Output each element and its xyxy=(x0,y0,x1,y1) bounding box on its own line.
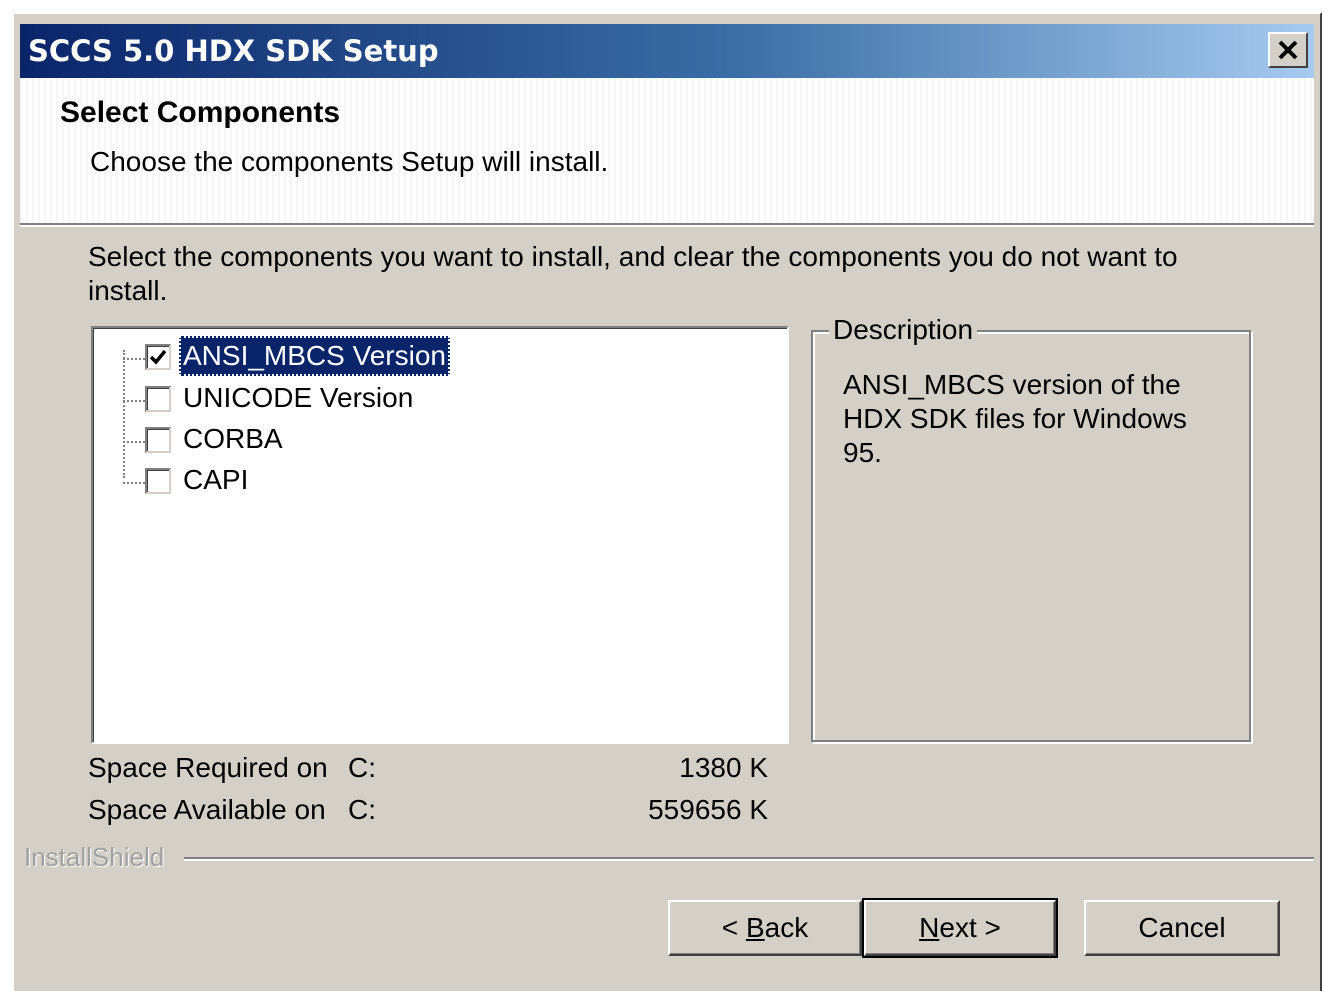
tree-connector xyxy=(123,350,125,478)
component-label[interactable]: ANSI_MBCS Version xyxy=(179,336,450,376)
component-checkbox[interactable] xyxy=(145,468,171,494)
component-checkbox[interactable] xyxy=(145,386,171,412)
header-divider xyxy=(20,223,1314,227)
space-required-row: Space Required on C: 1380 K xyxy=(88,752,768,788)
checkmark-icon xyxy=(149,349,167,365)
tree-connector xyxy=(123,441,145,443)
description-legend: Description xyxy=(829,314,978,346)
tree-connector xyxy=(123,482,145,484)
component-label[interactable]: UNICODE Version xyxy=(179,378,417,418)
component-checkbox[interactable] xyxy=(145,344,171,370)
next-button-label: Next > xyxy=(919,912,1001,943)
description-group: Description ANSI_MBCS version of the HDX… xyxy=(811,314,1251,742)
space-required-value: 1380 K xyxy=(679,752,768,783)
description-text: ANSI_MBCS version of the HDX SDK files f… xyxy=(843,369,1187,468)
close-x-icon xyxy=(1278,40,1298,60)
setup-dialog: SCCS 5.0 HDX SDK Setup Select Components… xyxy=(12,12,1322,991)
back-button-label: < Back xyxy=(721,912,809,943)
installshield-brand: InstallShield xyxy=(24,842,177,873)
space-available-row: Space Available on C: 559656 K xyxy=(88,794,768,830)
tree-connector xyxy=(123,400,145,402)
space-available-drive: C: xyxy=(348,794,376,825)
page-subtitle: Choose the components Setup will install… xyxy=(90,146,609,177)
footer-divider xyxy=(184,857,1314,861)
component-label[interactable]: CORBA xyxy=(179,419,287,459)
tree-connector xyxy=(123,358,145,360)
component-checkbox[interactable] xyxy=(145,427,171,453)
close-button[interactable] xyxy=(1268,32,1308,68)
window-title: SCCS 5.0 HDX SDK Setup xyxy=(28,34,439,68)
instructions-text: Select the components you want to instal… xyxy=(88,241,1178,306)
space-required-label: Space Required on xyxy=(88,752,328,783)
space-available-label: Space Available on xyxy=(88,794,326,825)
back-button[interactable]: < Back xyxy=(668,900,862,956)
next-button[interactable]: Next > xyxy=(862,898,1058,958)
component-label[interactable]: CAPI xyxy=(179,460,252,500)
space-available-value: 559656 K xyxy=(648,794,768,825)
space-required-drive: C: xyxy=(348,752,376,783)
page-title: Select Components xyxy=(60,96,341,129)
cancel-button[interactable]: Cancel xyxy=(1084,900,1280,956)
title-bar[interactable]: SCCS 5.0 HDX SDK Setup xyxy=(20,24,1314,78)
header-panel: Select Components Choose the components … xyxy=(20,78,1314,223)
components-tree[interactable]: ANSI_MBCS Version UNICODE Version CORBA … xyxy=(91,326,789,744)
